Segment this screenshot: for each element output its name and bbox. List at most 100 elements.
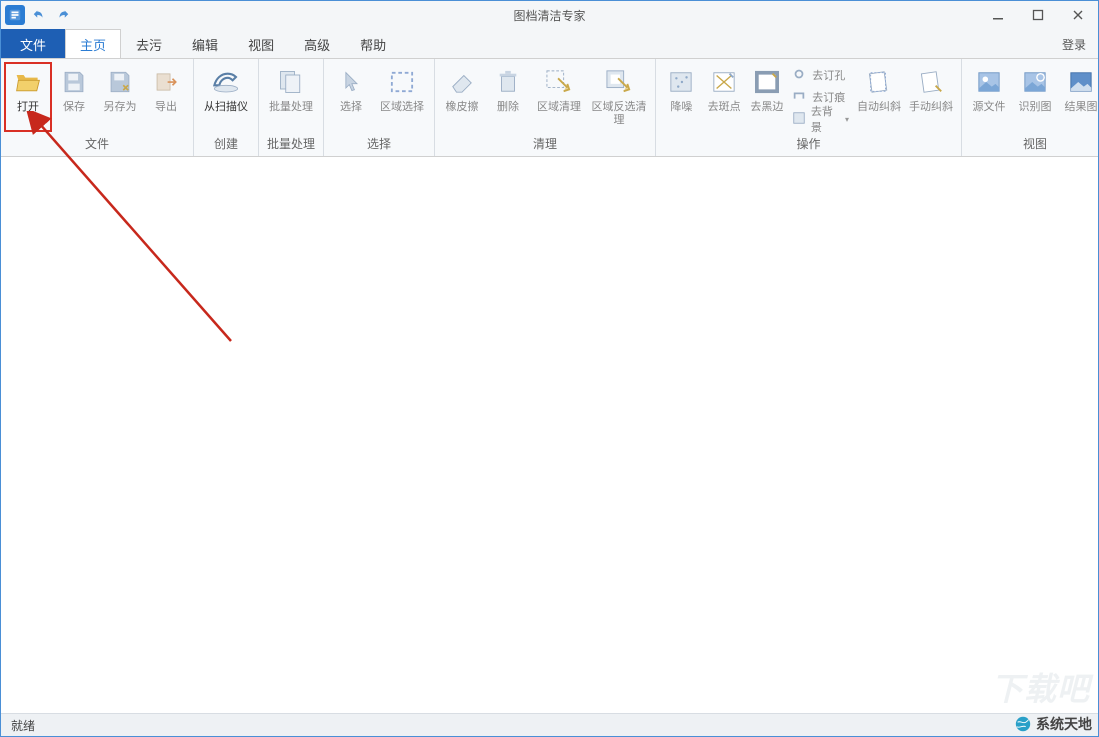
delete-button[interactable]: 删除 <box>485 63 531 131</box>
redo-button[interactable] <box>53 5 73 25</box>
group-operate: 降噪 去斑点 去黑边 去订孔 去订痕 <box>656 59 962 156</box>
eraser-icon <box>447 67 477 97</box>
staple-icon <box>792 89 808 105</box>
despeckle-label: 去斑点 <box>708 101 741 114</box>
denoise-button[interactable]: 降噪 <box>660 63 703 131</box>
image-recognized-icon <box>1020 67 1050 97</box>
tab-stain[interactable]: 去污 <box>121 29 177 58</box>
punch-hole-icon <box>792 67 808 83</box>
result-view-button[interactable]: 结果图 <box>1058 63 1098 131</box>
scanner-icon <box>211 67 241 97</box>
group-clean-label: 清理 <box>435 132 655 156</box>
trash-icon <box>493 67 523 97</box>
from-scanner-button[interactable]: 从扫描仪 <box>198 63 254 131</box>
image-source-icon <box>974 67 1004 97</box>
save-label: 保存 <box>63 101 85 114</box>
group-create-label: 创建 <box>194 132 258 156</box>
batch-label: 批量处理 <box>269 101 313 114</box>
background-icon <box>792 111 807 127</box>
tab-home[interactable]: 主页 <box>65 29 121 58</box>
manual-deskew-label: 手动纠斜 <box>909 101 953 114</box>
maximize-button[interactable] <box>1018 1 1058 29</box>
login-link[interactable]: 登录 <box>1062 29 1086 59</box>
save-as-icon <box>105 67 135 97</box>
export-icon <box>151 67 181 97</box>
recognized-view-button[interactable]: 识别图 <box>1012 63 1058 131</box>
debg-button[interactable]: 去背景 ▾ <box>792 109 849 129</box>
app-icon <box>5 5 25 25</box>
group-batch-label: 批量处理 <box>259 132 323 156</box>
tab-file[interactable]: 文件 <box>1 29 65 58</box>
debg-label: 去背景 <box>811 103 841 135</box>
select-button[interactable]: 选择 <box>328 63 374 131</box>
batch-button[interactable]: 批量处理 <box>263 63 319 131</box>
export-button[interactable]: 导出 <box>143 63 189 131</box>
save-button[interactable]: 保存 <box>51 63 97 131</box>
ribbon: 打开 保存 另存为 导出 文件 从扫描仪 创建 <box>1 59 1098 157</box>
window-title: 图档清洁专家 <box>513 7 585 24</box>
title-bar: 图档清洁专家 <box>1 1 1098 29</box>
group-select: 选择 区域选择 选择 <box>324 59 435 156</box>
globe-icon <box>1014 715 1032 733</box>
group-file: 打开 保存 另存为 导出 文件 <box>1 59 194 156</box>
area-select-label: 区域选择 <box>380 101 424 114</box>
tab-advanced[interactable]: 高级 <box>289 29 345 58</box>
tab-view[interactable]: 视图 <box>233 29 289 58</box>
auto-deskew-button[interactable]: 自动纠斜 <box>853 63 905 131</box>
despeckle-button[interactable]: 去斑点 <box>703 63 746 131</box>
manual-deskew-icon <box>916 67 946 97</box>
eraser-button[interactable]: 橡皮擦 <box>439 63 485 131</box>
document-area <box>2 157 1097 712</box>
operate-small-stack: 去订孔 去订痕 去背景 ▾ <box>788 63 853 131</box>
area-select-button[interactable]: 区域选择 <box>374 63 430 131</box>
group-view-label: 视图 <box>962 132 1098 156</box>
group-select-label: 选择 <box>324 132 434 156</box>
marquee-icon <box>387 67 417 97</box>
faded-watermark: 下载吧 <box>991 664 1090 710</box>
undo-button[interactable] <box>29 5 49 25</box>
source-view-label: 源文件 <box>973 101 1006 114</box>
depunch-label: 去订孔 <box>812 67 845 83</box>
tab-edit[interactable]: 编辑 <box>177 29 233 58</box>
area-inverse-clean-button[interactable]: 区域反选清理 <box>587 63 651 131</box>
group-create: 从扫描仪 创建 <box>194 59 259 156</box>
batch-icon <box>276 67 306 97</box>
save-as-button[interactable]: 另存为 <box>97 63 143 131</box>
denoise-icon <box>666 67 696 97</box>
group-view: 源文件 识别图 结果图 视图 <box>962 59 1098 156</box>
deblack-button[interactable]: 去黑边 <box>746 63 789 131</box>
delete-label: 删除 <box>497 101 519 114</box>
despeckle-icon <box>709 67 739 97</box>
broom-inverse-icon <box>604 67 634 97</box>
auto-deskew-icon <box>864 67 894 97</box>
tab-help[interactable]: 帮助 <box>345 29 401 58</box>
folder-open-icon <box>13 67 43 97</box>
group-clean: 橡皮擦 删除 区域清理 区域反选清理 清理 <box>435 59 656 156</box>
depunch-button[interactable]: 去订孔 <box>792 65 849 85</box>
minimize-button[interactable] <box>978 1 1018 29</box>
image-result-icon <box>1066 67 1096 97</box>
denoise-label: 降噪 <box>670 101 692 114</box>
manual-deskew-button[interactable]: 手动纠斜 <box>905 63 957 131</box>
ribbon-tabstrip: 文件 主页 去污 编辑 视图 高级 帮助 登录 <box>1 29 1098 59</box>
broom-area-icon <box>544 67 574 97</box>
close-button[interactable] <box>1058 1 1098 29</box>
status-bar: 就绪 <box>1 713 1098 736</box>
source-view-button[interactable]: 源文件 <box>966 63 1012 131</box>
group-file-label: 文件 <box>1 132 193 156</box>
eraser-label: 橡皮擦 <box>446 101 479 114</box>
from-scanner-label: 从扫描仪 <box>204 101 248 114</box>
brand-watermark-text: 系统天地 <box>1036 714 1092 734</box>
open-button[interactable]: 打开 <box>5 63 51 131</box>
area-inverse-clean-label: 区域反选清理 <box>587 101 651 127</box>
result-view-label: 结果图 <box>1065 101 1098 114</box>
select-label: 选择 <box>340 101 362 114</box>
brand-watermark: 系统天地 <box>1014 714 1092 734</box>
export-label: 导出 <box>155 101 177 114</box>
deblack-label: 去黑边 <box>750 101 783 114</box>
area-clean-button[interactable]: 区域清理 <box>531 63 587 131</box>
open-label: 打开 <box>17 101 39 114</box>
group-batch: 批量处理 批量处理 <box>259 59 324 156</box>
deblack-icon <box>752 67 782 97</box>
recognized-view-label: 识别图 <box>1019 101 1052 114</box>
